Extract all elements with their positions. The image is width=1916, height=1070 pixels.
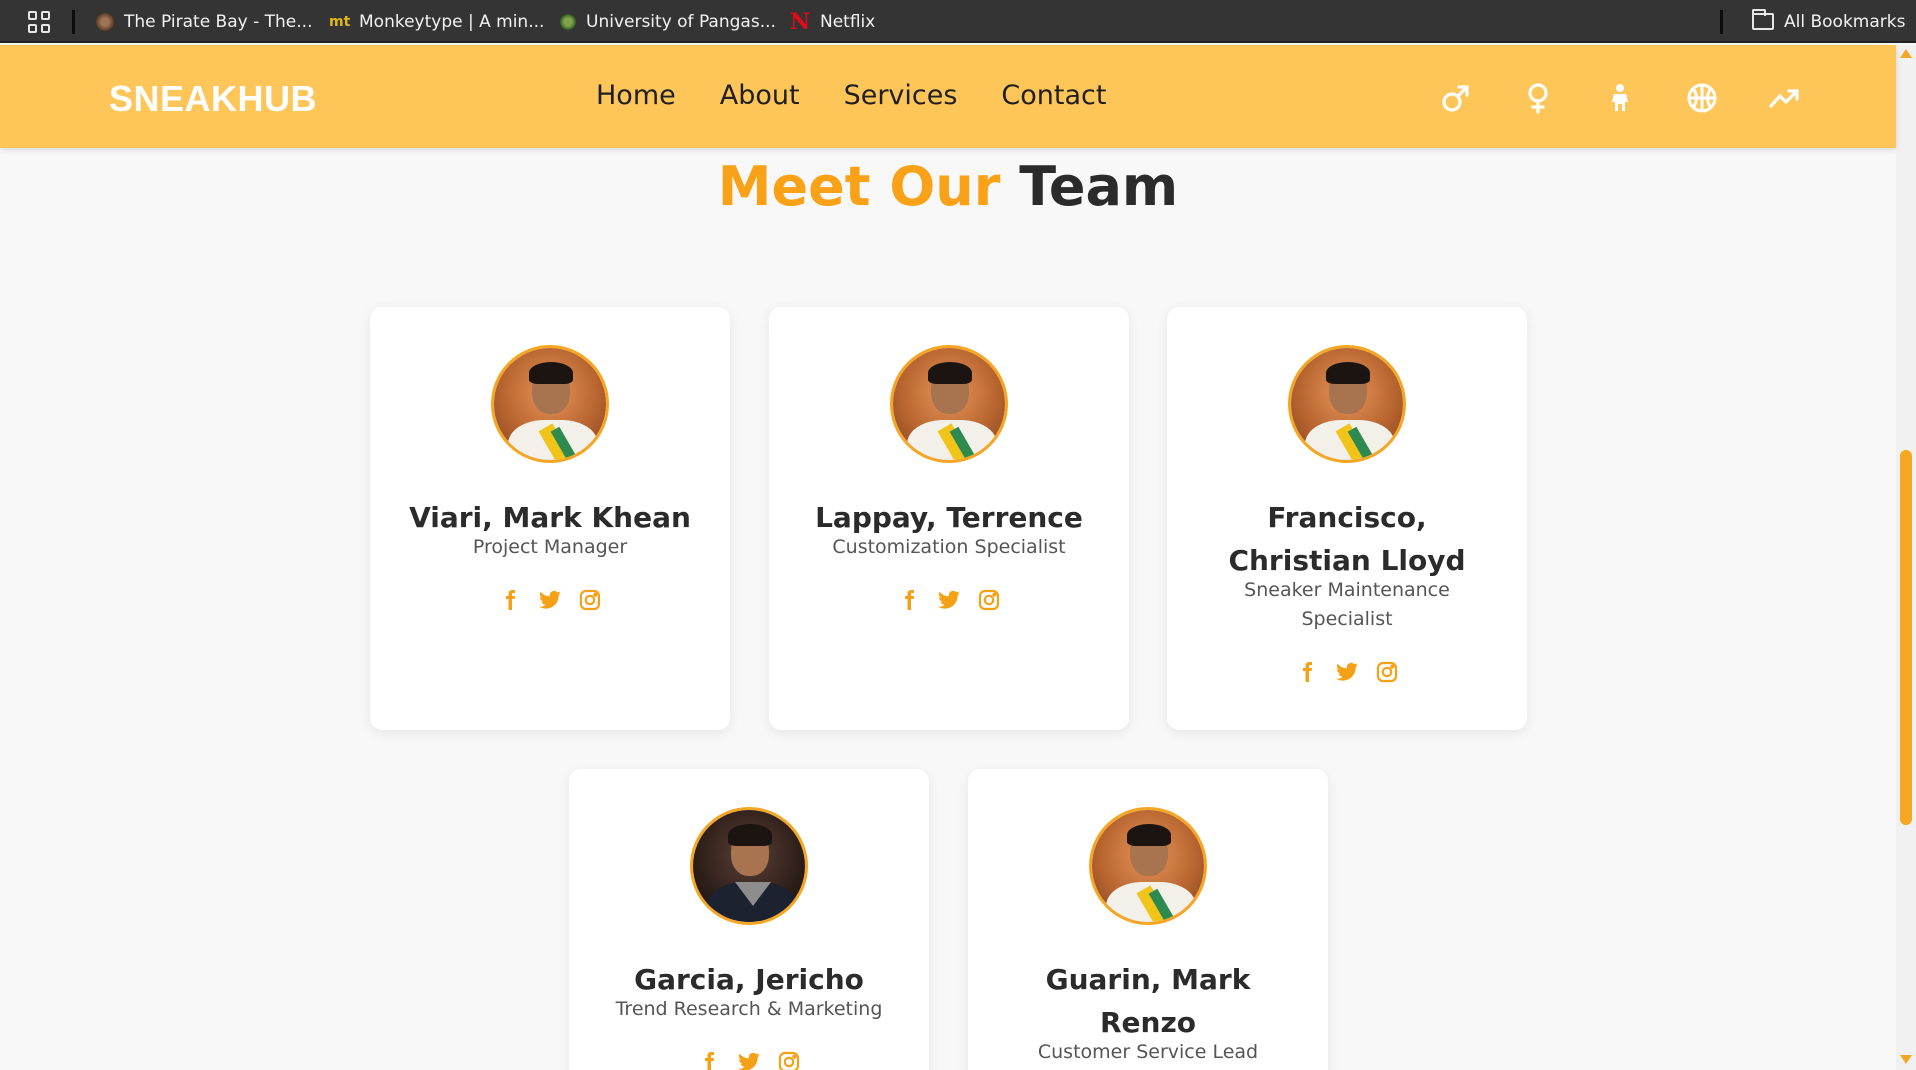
instagram-icon[interactable] — [576, 586, 604, 614]
bookmarks-separator — [72, 10, 75, 34]
member-role: Customization Specialist — [832, 536, 1066, 558]
member-role: Project Manager — [472, 536, 628, 558]
bookmark-label: University of Pangas... — [586, 11, 776, 32]
site-header: SNEAKHUB Home About Services Contact — [0, 45, 1896, 148]
member-name: Guarin, Mark Renzo — [1045, 963, 1251, 1039]
apps-grid-icon[interactable] — [28, 11, 50, 33]
female-icon[interactable] — [1518, 81, 1558, 115]
twitter-icon[interactable] — [935, 586, 963, 614]
bookmark-netflix[interactable]: N Netflix — [790, 0, 875, 43]
social-links — [1167, 658, 1527, 686]
member-role: Sneaker Maintenance Specialist — [1244, 579, 1450, 630]
netflix-favicon-icon: N — [790, 8, 811, 35]
instagram-icon[interactable] — [775, 1048, 803, 1070]
facebook-icon[interactable] — [1293, 658, 1321, 686]
team-title: Meet Our Team — [0, 155, 1896, 218]
team-card: Lappay, Terrence Customization Specialis… — [769, 307, 1129, 730]
facebook-icon[interactable] — [695, 1048, 723, 1070]
main-nav: Home About Services Contact — [596, 80, 1150, 111]
team-title-accent: Meet Our — [717, 155, 1001, 218]
bookmarks-separator — [1720, 10, 1723, 34]
page-scrollbar[interactable] — [1896, 45, 1916, 1070]
facebook-icon[interactable] — [895, 586, 923, 614]
avatar — [1089, 807, 1207, 925]
bookmark-pirate-bay[interactable]: The Pirate Bay - The... — [96, 0, 312, 43]
bookmark-label: Monkeytype | A min... — [359, 11, 545, 32]
nav-services[interactable]: Services — [844, 80, 958, 111]
basketball-icon[interactable] — [1682, 81, 1722, 115]
university-favicon-icon — [560, 13, 576, 30]
bookmark-monkeytype[interactable]: mt Monkeytype | A min... — [329, 0, 544, 43]
avatar — [890, 345, 1008, 463]
avatar — [690, 807, 808, 925]
all-bookmarks-button[interactable]: All Bookmarks — [1752, 0, 1905, 43]
bookmark-label: The Pirate Bay - The... — [124, 11, 313, 32]
male-icon[interactable] — [1436, 81, 1476, 115]
bookmarks-bar: The Pirate Bay - The... mt Monkeytype | … — [0, 0, 1916, 43]
social-links — [769, 586, 1129, 614]
team-card: Guarin, Mark Renzo Customer Service Lead — [968, 769, 1328, 1070]
team-title-rest: Team — [1019, 155, 1179, 218]
bookmark-university[interactable]: University of Pangas... — [560, 0, 776, 43]
avatar — [491, 345, 609, 463]
avatar — [1288, 345, 1406, 463]
trending-icon[interactable] — [1764, 81, 1804, 115]
twitter-icon[interactable] — [536, 586, 564, 614]
all-bookmarks-label: All Bookmarks — [1784, 11, 1906, 32]
facebook-icon[interactable] — [496, 586, 524, 614]
bookmark-label: Netflix — [820, 11, 876, 32]
team-card: Francisco, Christian Lloyd Sneaker Maint… — [1167, 307, 1527, 730]
nav-contact[interactable]: Contact — [1001, 80, 1106, 111]
instagram-icon[interactable] — [1373, 658, 1401, 686]
nav-about[interactable]: About — [720, 80, 800, 111]
category-icons — [1436, 81, 1846, 115]
twitter-icon[interactable] — [735, 1048, 763, 1070]
folder-icon — [1752, 9, 1774, 30]
social-links — [370, 586, 730, 614]
social-links — [569, 1048, 929, 1070]
monkeytype-favicon-icon: mt — [329, 13, 351, 30]
nav-home[interactable]: Home — [596, 80, 676, 111]
scroll-up-arrow-icon[interactable] — [1900, 49, 1912, 58]
member-name: Francisco, Christian Lloyd — [1228, 501, 1466, 577]
scrollbar-thumb[interactable] — [1900, 450, 1912, 825]
scroll-down-arrow-icon[interactable] — [1900, 1055, 1912, 1064]
team-card: Garcia, Jericho Trend Research & Marketi… — [569, 769, 929, 1070]
member-role: Customer Service Lead — [1037, 1041, 1259, 1063]
child-icon[interactable] — [1600, 81, 1640, 115]
team-card: Viari, Mark Khean Project Manager — [370, 307, 730, 730]
site-logo[interactable]: SNEAKHUB — [109, 78, 317, 120]
twitter-icon[interactable] — [1333, 658, 1361, 686]
pirate-favicon-icon — [96, 12, 114, 31]
instagram-icon[interactable] — [975, 586, 1003, 614]
member-role: Trend Research & Marketing — [615, 998, 883, 1020]
